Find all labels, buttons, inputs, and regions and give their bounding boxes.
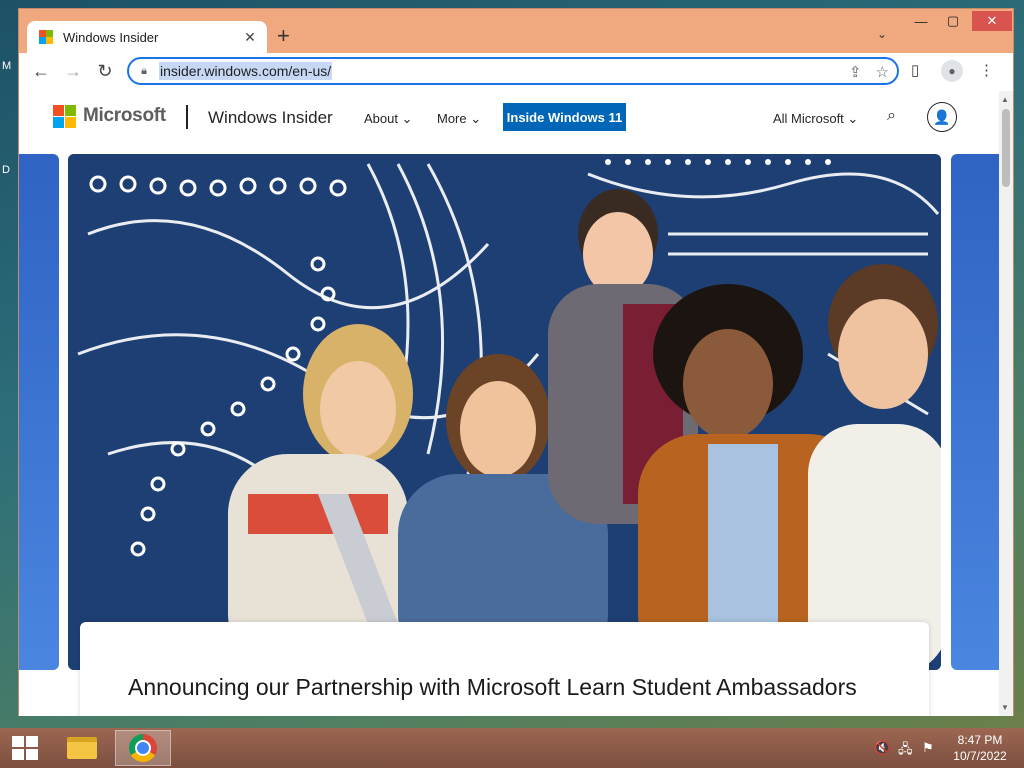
microsoft-favicon-icon — [39, 30, 53, 44]
browser-toolbar: ← → ↻ 🔒︎ insider.windows.com/en-us/ ⇪ ☆ … — [19, 53, 1013, 92]
start-button[interactable] — [12, 736, 38, 760]
nav-more[interactable]: More ⌄ — [437, 111, 481, 127]
volume-icon[interactable]: 🔇 — [874, 740, 890, 756]
action-center-flag-icon[interactable]: ⚑ — [922, 740, 934, 756]
account-glyph: 👤 — [933, 108, 951, 125]
carousel-next-slide[interactable] — [951, 154, 999, 670]
clock[interactable]: 8:47 PM 10/7/2022 — [944, 732, 1016, 764]
file-explorer-button[interactable] — [54, 730, 110, 766]
hero-image — [68, 154, 941, 670]
site-header: Microsoft Windows Insider About ⌄ More ⌄… — [19, 91, 999, 143]
clock-time: 8:47 PM — [957, 733, 1003, 747]
carousel-prev-slide[interactable] — [19, 154, 59, 670]
tab-title: Windows Insider — [63, 29, 159, 45]
page-scrollbar[interactable]: ▲ ▼ — [999, 91, 1013, 716]
bookmark-star-icon[interactable]: ☆ — [876, 63, 889, 81]
chrome-taskbar-button[interactable] — [115, 730, 171, 766]
address-bar[interactable]: 🔒︎ insider.windows.com/en-us/ ⇪ ☆ — [127, 57, 899, 85]
desktop-icon-label[interactable]: M — [2, 60, 11, 72]
search-icon[interactable]: ⌕ — [887, 107, 896, 125]
close-window-button[interactable]: ✕ — [972, 11, 1012, 31]
tab-search-icon[interactable]: ⌄ — [877, 27, 887, 41]
share-icon[interactable]: ⇪ — [849, 63, 862, 81]
title-bar[interactable]: Windows Insider ✕ + ⌄ — ▢ ✕ — [19, 9, 1015, 53]
browser-tab[interactable]: Windows Insider ✕ — [27, 21, 267, 53]
header-divider — [186, 105, 188, 129]
scroll-down-icon[interactable]: ▼ — [1001, 703, 1009, 712]
inside-windows-11-button[interactable]: Inside Windows 11 — [503, 103, 626, 131]
news-card[interactable]: Announcing our Partnership with Microsof… — [80, 622, 929, 716]
url-text[interactable]: insider.windows.com/en-us/ — [159, 62, 333, 80]
profile-glyph: ● — [948, 64, 956, 78]
network-icon[interactable]: 🖧 — [898, 740, 913, 762]
microsoft-logo-icon — [53, 105, 76, 128]
chrome-icon — [129, 734, 157, 762]
lock-icon[interactable]: 🔒︎ — [129, 65, 159, 78]
scroll-thumb[interactable] — [1002, 109, 1010, 187]
site-name-link[interactable]: Windows Insider — [208, 108, 333, 128]
all-microsoft-menu[interactable]: All Microsoft ⌄ — [773, 111, 858, 127]
chrome-window: Windows Insider ✕ + ⌄ — ▢ ✕ ← → ↻ 🔒︎ ins… — [18, 8, 1014, 716]
menu-icon[interactable]: ⋮ — [979, 61, 994, 79]
minimize-button[interactable]: — — [907, 11, 935, 31]
hero-illustration — [68, 154, 941, 670]
taskbar: 🔇 🖧 ⚑ 8:47 PM 10/7/2022 — [0, 728, 1024, 768]
web-page: Microsoft Windows Insider About ⌄ More ⌄… — [19, 91, 1013, 716]
desktop-icon-label[interactable]: D — [2, 164, 10, 176]
card-headline[interactable]: Announcing our Partnership with Microsof… — [128, 672, 888, 702]
profile-avatar-icon[interactable]: ● — [941, 60, 963, 82]
new-tab-button[interactable]: + — [277, 24, 290, 48]
scroll-up-icon[interactable]: ▲ — [1001, 95, 1009, 104]
close-tab-icon[interactable]: ✕ — [239, 29, 261, 46]
brand-wordmark: Microsoft — [83, 105, 166, 126]
side-panel-icon[interactable]: ▯ — [911, 61, 919, 79]
nav-about[interactable]: About ⌄ — [364, 111, 412, 127]
account-icon[interactable]: 👤 — [927, 102, 957, 132]
folder-icon — [67, 737, 97, 759]
back-button[interactable]: ← — [29, 61, 53, 82]
clock-date: 10/7/2022 — [953, 749, 1007, 763]
forward-button[interactable]: → — [61, 61, 85, 82]
reload-button[interactable]: ↻ — [93, 61, 117, 82]
maximize-button[interactable]: ▢ — [939, 11, 967, 31]
microsoft-logo[interactable]: Microsoft — [53, 105, 166, 128]
